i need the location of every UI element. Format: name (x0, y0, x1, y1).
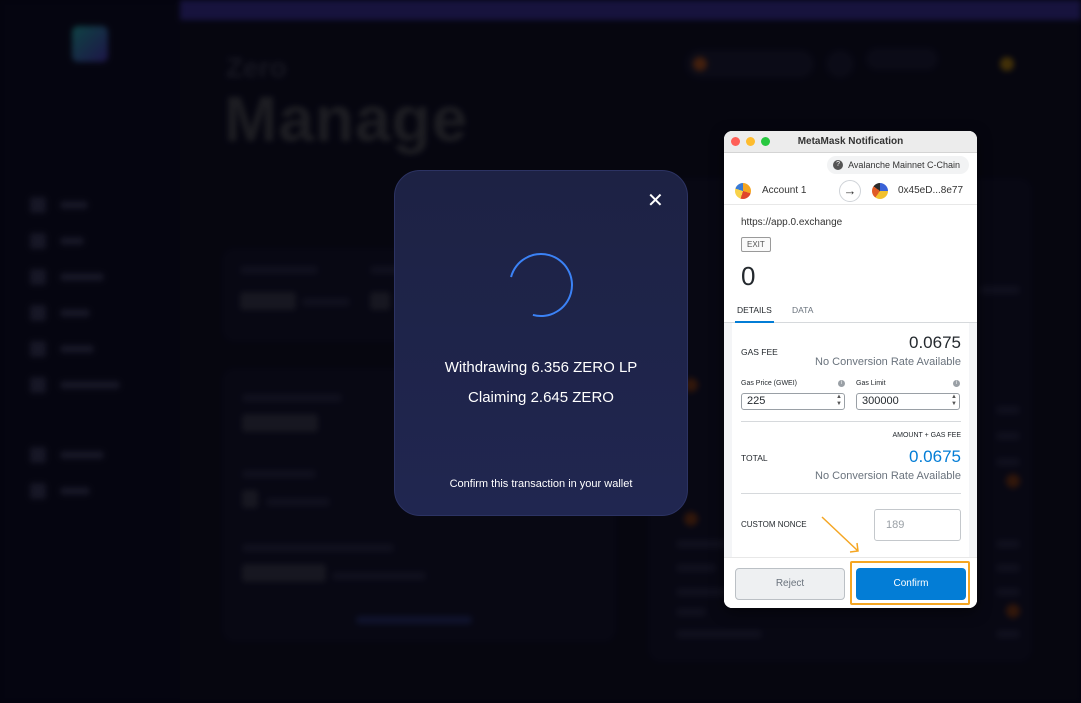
total-label: TOTAL (741, 453, 768, 463)
gas-price-value: 225 (747, 395, 766, 407)
window-controls (731, 137, 770, 146)
gas-limit-input[interactable]: 300000 ▲ ▼ (856, 393, 960, 410)
gas-limit-value: 300000 (862, 395, 899, 407)
transaction-amount: 0 (741, 261, 756, 291)
gas-limit-label: Gas Limit (856, 380, 886, 387)
action-footer: Reject Confirm (724, 557, 977, 608)
info-icon[interactable]: i (953, 380, 960, 387)
gas-price-label: Gas Price (GWEI) (741, 380, 798, 387)
maximize-window-button[interactable] (761, 137, 770, 146)
exit-badge: EXIT (741, 237, 771, 252)
tab-bar: DETAILS DATA (724, 297, 977, 323)
stepper-icon[interactable]: ▲ ▼ (836, 394, 842, 408)
tab-data[interactable]: DATA (790, 297, 815, 323)
loading-spinner-icon (497, 241, 585, 329)
claim-status-text: Claiming 2.645 ZERO (468, 389, 614, 406)
total-conversion: No Conversion Rate Available (815, 470, 961, 482)
reject-button[interactable]: Reject (735, 568, 845, 600)
custom-nonce-label: CUSTOM NONCE (741, 520, 807, 529)
origin-url: https://app.0.exchange (741, 217, 843, 228)
from-account: Account 1 (762, 185, 807, 196)
window-titlebar: MetaMask Notification (724, 131, 977, 153)
network-selector[interactable]: ? Avalanche Mainnet C-Chain (827, 156, 969, 174)
total-value: 0.0675 (909, 447, 961, 466)
amount-gas-fee-label: AMOUNT + GAS FEE (892, 432, 961, 439)
account-row: Account 1 → 0x45eD...8e77 (724, 177, 977, 205)
network-name: Avalanche Mainnet C-Chain (848, 160, 960, 170)
details-section: GAS FEE 0.0675 No Conversion Rate Availa… (724, 323, 977, 557)
stepper-icon[interactable]: ▲ ▼ (951, 394, 957, 408)
gas-fee-conversion: No Conversion Rate Available (815, 356, 961, 368)
close-icon[interactable]: ✕ (647, 191, 664, 211)
withdraw-status-text: Withdrawing 6.356 ZERO LP (444, 359, 638, 376)
to-address[interactable]: 0x45eD...8e77 (898, 185, 963, 196)
close-window-button[interactable] (731, 137, 740, 146)
metamask-window: MetaMask Notification ? Avalanche Mainne… (724, 131, 977, 608)
gas-price-input[interactable]: 225 ▲ ▼ (741, 393, 845, 410)
account-avatar (735, 183, 751, 199)
tab-details[interactable]: DETAILS (735, 297, 774, 323)
info-icon[interactable]: i (838, 380, 845, 387)
divider (741, 493, 961, 494)
help-icon: ? (833, 160, 844, 170)
confirm-button[interactable]: Confirm (856, 568, 966, 600)
divider (741, 421, 961, 422)
transaction-modal: ✕ Withdrawing 6.356 ZERO LP Claiming 2.6… (394, 170, 688, 516)
arrow-right-icon: → (839, 180, 861, 202)
confirm-wallet-hint: Confirm this transaction in your wallet (449, 478, 633, 490)
gas-fee-label: GAS FEE (741, 347, 778, 357)
recipient-avatar (872, 183, 888, 199)
gas-fee-value: 0.0675 (909, 333, 961, 352)
minimize-window-button[interactable] (746, 137, 755, 146)
custom-nonce-input[interactable]: 189 (874, 509, 961, 541)
